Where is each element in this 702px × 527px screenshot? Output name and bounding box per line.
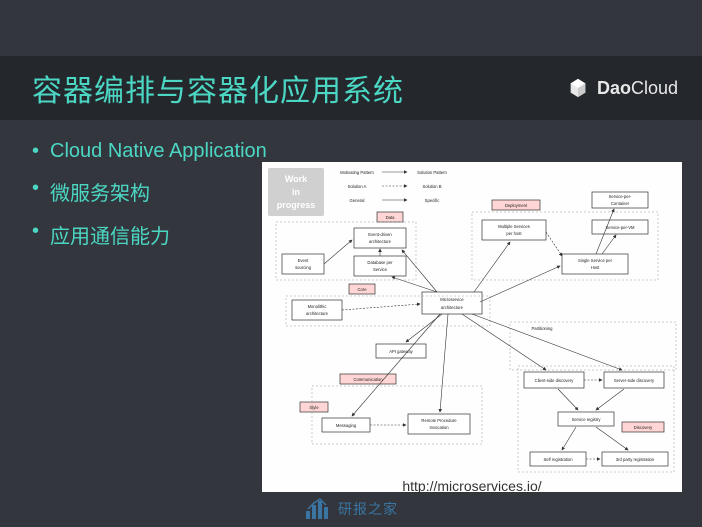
box-text: Client-side discovery xyxy=(535,378,575,383)
box-text: Service registry xyxy=(572,417,602,422)
box-text: Service xyxy=(373,267,388,272)
box-text: Server-side discovery xyxy=(614,378,655,383)
box-text: Single Service per xyxy=(578,258,613,263)
cat-label: Communication xyxy=(353,377,383,382)
slide-title: 容器编排与容器化应用系统 xyxy=(32,66,567,110)
box-text: sourcing xyxy=(295,265,311,270)
brand: DaoCloud xyxy=(567,77,678,99)
source-link[interactable]: http://microservices.io/ xyxy=(402,478,541,494)
box-text: Database per xyxy=(367,260,393,265)
content-area: Cloud Native Application 微服务架构 应用通信能力 Wo… xyxy=(32,140,678,507)
slide: 容器编排与容器化应用系统 DaoCloud Cloud Native Appli… xyxy=(0,0,702,527)
legend-text: General xyxy=(350,198,365,203)
cat-label: Discovery xyxy=(634,425,653,430)
box-text: architecture xyxy=(369,239,392,244)
architecture-diagram: Work in progress Motivating Pattern Solu… xyxy=(262,162,682,492)
bullet-item: Cloud Native Application xyxy=(32,140,678,163)
box-text: Event-driven xyxy=(368,232,392,237)
box-text: Service-per- xyxy=(609,194,632,199)
daocloud-logo-icon xyxy=(567,77,589,99)
wip-text: Work xyxy=(285,174,308,184)
box-text: Remote Procedure xyxy=(421,418,457,423)
box-text: Microservice xyxy=(440,297,464,302)
box-text: Host xyxy=(591,265,600,270)
box-text: Multiple Services xyxy=(498,224,530,229)
watermark-icon xyxy=(304,497,332,521)
wip-text: in xyxy=(292,187,300,197)
cat-label: Core xyxy=(357,287,367,292)
box-text: per host xyxy=(506,231,522,236)
diagram-caption: http://microservices.io/ xyxy=(262,478,682,494)
cat-label: Style xyxy=(309,405,319,410)
watermark: 研报之家 xyxy=(304,497,398,521)
box-text: architecture xyxy=(441,305,464,310)
box-text: Event xyxy=(298,258,310,263)
brand-text: DaoCloud xyxy=(597,78,678,99)
legend-text: Specific xyxy=(425,198,440,203)
legend-text: Solution B xyxy=(422,184,441,189)
watermark-text: 研报之家 xyxy=(338,499,398,519)
title-bar: 容器编排与容器化应用系统 DaoCloud xyxy=(0,56,702,120)
box-text: Service-per-VM xyxy=(605,225,635,230)
box-text: Self registration xyxy=(543,457,573,462)
box-text: Messaging xyxy=(336,423,357,428)
cat-label: Deployment xyxy=(505,203,528,208)
box-text: API gateway xyxy=(389,349,413,354)
box-text: 3rd party registration xyxy=(616,457,655,462)
box-text: Invocation xyxy=(429,425,449,430)
legend-text: Motivating Pattern xyxy=(340,170,374,175)
legend-text: Solution Pattern xyxy=(417,170,447,175)
box-text: Container xyxy=(611,201,630,206)
legend-text: Solution A xyxy=(348,184,367,189)
box-text: Monolithic xyxy=(308,304,327,309)
cat-label: Data xyxy=(386,215,396,220)
box-text: architecture xyxy=(306,311,329,316)
wip-text: progress xyxy=(277,200,316,210)
cat-label: Partitioning xyxy=(532,326,554,331)
